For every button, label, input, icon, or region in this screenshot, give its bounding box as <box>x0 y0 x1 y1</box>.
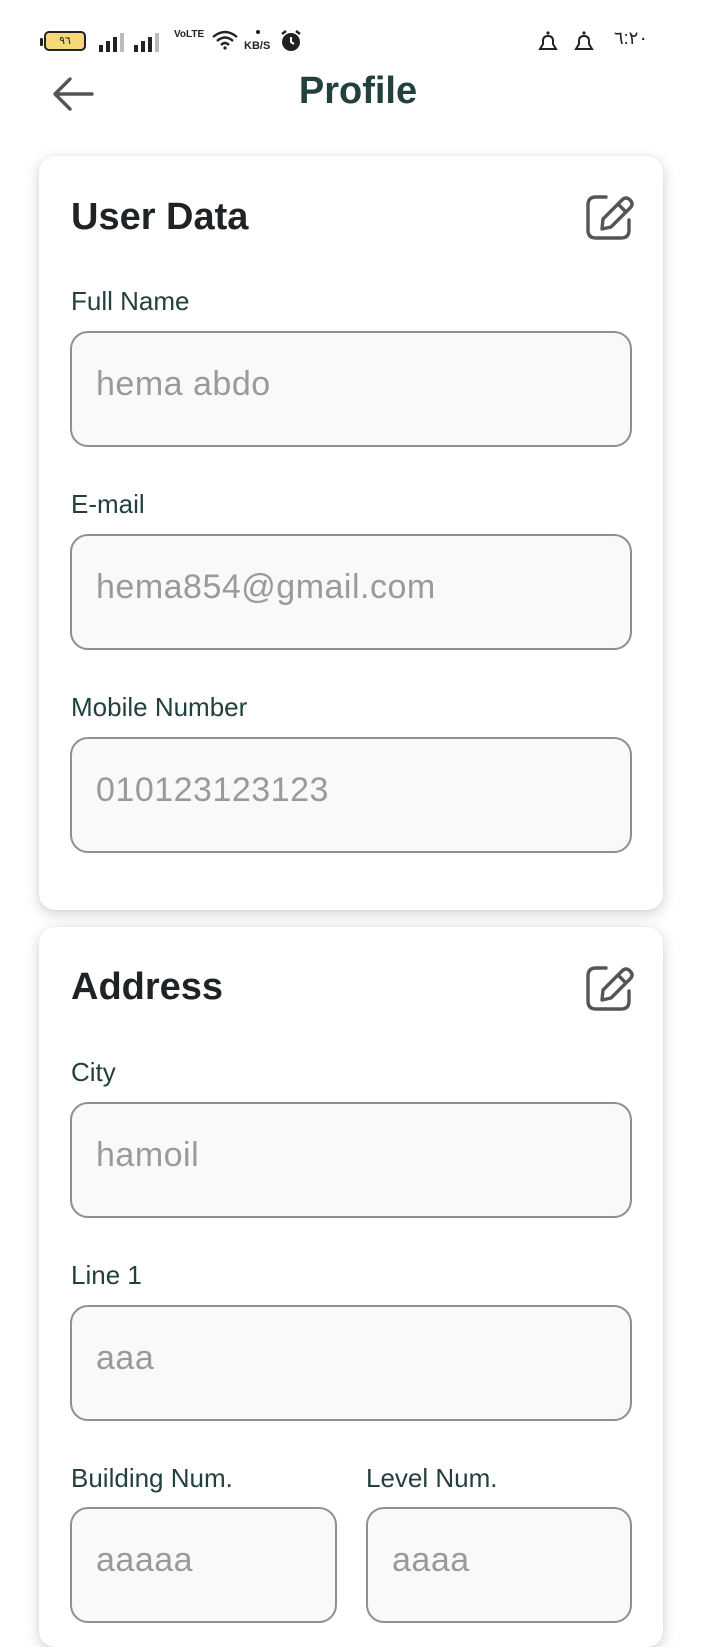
notification-icon <box>574 31 594 50</box>
level-num-field[interactable]: aaaa <box>366 1507 632 1623</box>
level-num-value: aaaa <box>392 1541 470 1579</box>
battery-icon: ٩٦ <box>40 31 86 51</box>
email-label: E-mail <box>71 489 145 519</box>
signal-icon <box>134 32 159 52</box>
alarm-icon <box>281 30 301 51</box>
user-data-title: User Data <box>71 196 249 238</box>
full-name-label: Full Name <box>71 286 190 316</box>
status-time: ٦:٢٠ <box>614 28 649 48</box>
wifi-icon <box>212 30 238 50</box>
city-value: hamoil <box>96 1136 200 1174</box>
mobile-number-label: Mobile Number <box>71 692 248 722</box>
building-num-label: Building Num. <box>71 1463 233 1493</box>
mobile-number-value: 010123123123 <box>96 771 329 809</box>
level-num-label: Level Num. <box>366 1463 498 1493</box>
line1-label: Line 1 <box>71 1260 142 1290</box>
notification-icon <box>538 31 558 50</box>
address-card: Address City hamoil Line 1 aaa Building … <box>39 927 663 1647</box>
email-field[interactable]: hema854@gmail.com <box>70 534 632 650</box>
email-value: hema854@gmail.com <box>96 568 436 606</box>
full-name-field[interactable]: hema abdo <box>70 331 632 447</box>
status-bar: ٩٦ VoLTE KB/S ٦:٢٠ <box>0 0 716 72</box>
volte-icon: VoLTE <box>174 29 205 40</box>
address-title: Address <box>71 966 224 1008</box>
edit-icon[interactable] <box>584 192 634 242</box>
building-num-field[interactable]: aaaaa <box>70 1507 337 1623</box>
page-title: Profile <box>298 70 418 112</box>
battery-level: ٩٦ <box>59 35 71 47</box>
line1-value: aaa <box>96 1339 155 1377</box>
user-data-card: User Data Full Name hema abdo E-mail hem… <box>39 156 663 910</box>
data-activity-icon <box>256 30 260 34</box>
network-speed: KB/S <box>244 40 271 52</box>
city-label: City <box>71 1057 116 1087</box>
building-num-value: aaaaa <box>96 1541 194 1579</box>
mobile-number-field[interactable]: 010123123123 <box>70 737 632 853</box>
edit-icon[interactable] <box>584 963 634 1013</box>
full-name-value: hema abdo <box>96 365 271 403</box>
signal-icon <box>99 32 124 52</box>
city-field[interactable]: hamoil <box>70 1102 632 1218</box>
line1-field[interactable]: aaa <box>70 1305 632 1421</box>
